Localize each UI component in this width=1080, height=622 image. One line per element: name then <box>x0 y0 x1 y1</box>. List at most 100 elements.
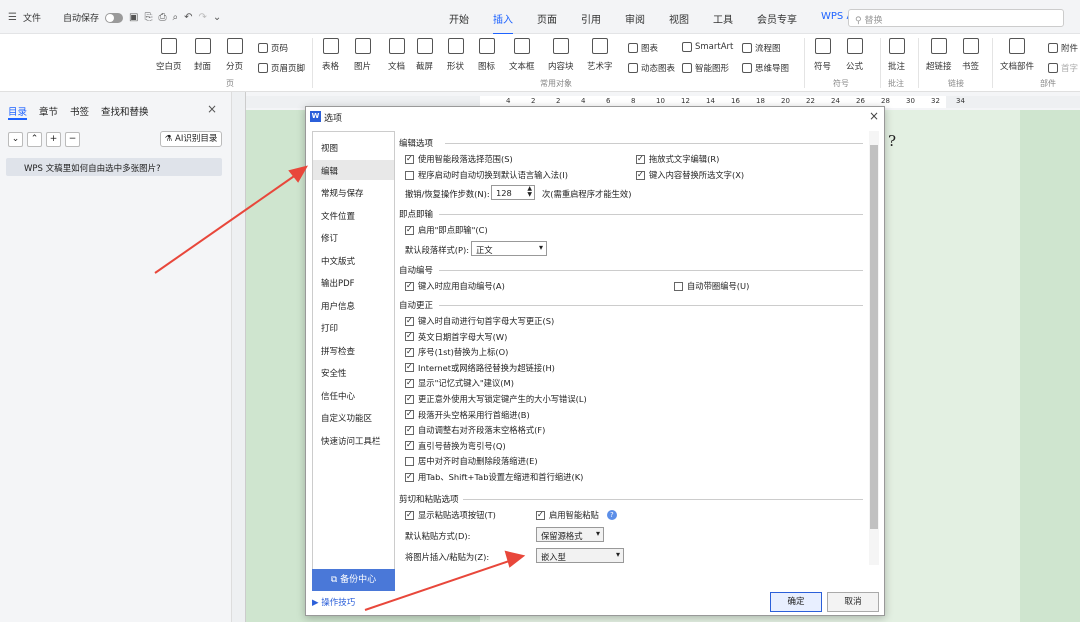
minus-icon[interactable]: − <box>65 132 80 147</box>
page-break-button[interactable]: 分页 <box>226 38 243 72</box>
close-icon[interactable]: × <box>869 109 879 123</box>
options-category-1[interactable]: 编辑 <box>313 159 394 180</box>
checkbox-autocorrect-8[interactable]: 直引号替换为弯引号(Q) <box>405 440 506 452</box>
checkbox[interactable] <box>405 347 414 357</box>
picture-button[interactable]: 图片 <box>354 38 371 72</box>
checkbox[interactable] <box>405 409 414 420</box>
scrollbar-thumb[interactable] <box>870 145 878 529</box>
blank-page-button[interactable]: 空白页 <box>156 38 182 72</box>
options-category-7[interactable]: 用户信息 <box>313 295 394 315</box>
doc-parts-button[interactable]: 文档部件 <box>1000 38 1034 72</box>
checkbox-click-and-type[interactable]: 启用"即点即输"(C) <box>405 224 488 236</box>
help-icon[interactable]: ? <box>606 510 617 520</box>
options-category-2[interactable]: 常规与保存 <box>313 182 394 202</box>
tab-1[interactable]: 插入 <box>481 11 525 35</box>
checkbox-typing-replace[interactable]: 键入内容替换所选文字(X) <box>636 169 744 181</box>
checkbox[interactable] <box>405 456 414 466</box>
save-icon[interactable]: ▣ <box>129 12 138 23</box>
spinner-arrows-icon[interactable]: ▲ ▼ <box>527 186 532 198</box>
ok-button[interactable]: 确定 <box>770 592 822 612</box>
file-menu[interactable]: 文件 <box>23 11 41 24</box>
tips-link[interactable]: ▶ 操作技巧 <box>312 596 355 608</box>
scrollbar[interactable] <box>869 131 879 565</box>
chart-button[interactable]: 图表 <box>628 42 658 54</box>
chevron-down-icon[interactable]: ⌄ <box>213 12 221 23</box>
undo-steps-input[interactable]: 128 ▲ ▼ <box>491 185 535 200</box>
shape-button[interactable]: 形状 <box>447 38 464 72</box>
tab-bookmarks[interactable]: 书签 <box>70 104 89 120</box>
chevron-down-icon[interactable]: ⌄ <box>8 132 23 147</box>
tab-find-replace[interactable]: 查找和替换 <box>101 104 149 120</box>
comment-button[interactable]: 批注 <box>888 38 905 72</box>
redo-icon[interactable]: ↷ <box>198 12 206 23</box>
default-style-select[interactable]: 正文 <box>471 241 547 256</box>
options-category-13[interactable]: 快速访问工具栏 <box>313 430 394 450</box>
options-category-5[interactable]: 中文版式 <box>313 250 394 270</box>
preview-icon[interactable]: ⌕ <box>172 12 178 23</box>
checkbox[interactable] <box>636 154 645 164</box>
checkbox[interactable] <box>405 331 414 342</box>
drop-cap-button[interactable]: 首字 <box>1048 62 1078 74</box>
plus-icon[interactable]: + <box>46 132 61 147</box>
cover-button[interactable]: 封面 <box>194 38 211 72</box>
ai-toc-button[interactable]: ⚗ AI识别目录 <box>160 131 222 147</box>
checkbox-auto-ime[interactable]: 程序启动时自动切换到默认语言输入法(I) <box>405 169 568 181</box>
dynamic-chart-button[interactable]: 动态图表 <box>628 62 675 74</box>
checkbox[interactable] <box>636 170 645 180</box>
icon-button[interactable]: 图标 <box>478 38 495 72</box>
checkbox-autocorrect-0[interactable]: 键入时自动进行句首字母大写更正(S) <box>405 315 554 327</box>
autosave-toggle[interactable] <box>105 12 123 23</box>
checkbox[interactable] <box>405 440 414 451</box>
checkbox-smart-paste[interactable]: 启用智能粘贴? <box>536 509 617 521</box>
checkbox[interactable] <box>536 510 545 520</box>
checkbox-smart-paragraph[interactable]: 使用智能段落选择范围(S) <box>405 153 513 165</box>
checkbox-autocorrect-7[interactable]: 自动调整右对齐段落末空格格式(F) <box>405 424 545 436</box>
checkbox-autocorrect-10[interactable]: 用Tab、Shift+Tab设置左缩进和首行缩进(K) <box>405 471 583 483</box>
checkbox[interactable] <box>405 316 414 326</box>
hamburger-icon[interactable]: ☰ <box>8 12 17 23</box>
checkbox[interactable] <box>405 362 414 373</box>
checkbox-autocorrect-4[interactable]: 显示"记忆式键入"建议(M) <box>405 377 514 389</box>
tab-toc[interactable]: 目录 <box>8 104 28 120</box>
checkbox-autocorrect-9[interactable]: 居中对齐时自动删除段落缩进(E) <box>405 455 538 467</box>
options-category-6[interactable]: 输出PDF <box>313 272 394 292</box>
checkbox-autocorrect-5[interactable]: 更正意外使用大写锁定键产生的大小写错误(L) <box>405 393 587 405</box>
options-category-12[interactable]: 自定义功能区 <box>313 407 394 427</box>
checkbox-autocorrect-2[interactable]: 序号(1st)替换为上标(O) <box>405 346 508 358</box>
textbox-button[interactable]: 文本框 <box>509 38 535 72</box>
checkbox[interactable] <box>405 472 414 482</box>
checkbox-circled-numbering[interactable]: 自动带圈编号(U) <box>674 280 749 292</box>
checkbox[interactable] <box>405 154 414 164</box>
document-button[interactable]: 文档 <box>388 38 405 72</box>
tab-6[interactable]: 工具 <box>701 11 745 31</box>
options-category-3[interactable]: 文件位置 <box>313 205 394 225</box>
options-category-9[interactable]: 拼写检查 <box>313 340 394 360</box>
image-paste-select[interactable]: 嵌入型 <box>536 548 624 563</box>
header-footer-button[interactable]: 页眉页脚 <box>258 62 305 74</box>
checkbox-autocorrect-1[interactable]: 英文日期首字母大写(W) <box>405 331 507 343</box>
symbol-button[interactable]: 符号 <box>814 38 831 72</box>
options-category-11[interactable]: 信任中心 <box>313 385 394 405</box>
checkbox[interactable] <box>405 394 414 404</box>
options-category-10[interactable]: 安全性 <box>313 362 394 382</box>
checkbox-drag-drop[interactable]: 拖放式文字编辑(R) <box>636 153 719 165</box>
attachment-button[interactable]: 附件 <box>1048 42 1078 54</box>
checkbox[interactable] <box>405 170 414 180</box>
checkbox[interactable] <box>405 378 414 388</box>
mindmap-button[interactable]: 思维导图 <box>742 62 789 74</box>
checkbox[interactable] <box>674 281 683 291</box>
tab-sections[interactable]: 章节 <box>39 104 58 120</box>
options-category-0[interactable]: 视图 <box>313 137 394 157</box>
checkbox[interactable] <box>405 425 414 435</box>
hyperlink-button[interactable]: 超链接 <box>926 38 952 72</box>
close-icon[interactable]: × <box>207 102 217 116</box>
smart-shape-button[interactable]: 智能图形 <box>682 62 729 74</box>
tab-2[interactable]: 页面 <box>525 11 569 31</box>
default-paste-select[interactable]: 保留源格式 <box>536 527 604 542</box>
cancel-button[interactable]: 取消 <box>827 592 879 612</box>
checkbox-auto-numbering[interactable]: 键入时应用自动编号(A) <box>405 280 505 292</box>
checkbox-autocorrect-3[interactable]: Internet或网络路径替换为超链接(H) <box>405 362 555 374</box>
content-block-button[interactable]: 内容块 <box>548 38 574 72</box>
smartart-button[interactable]: SmartArt <box>682 42 733 52</box>
checkbox[interactable] <box>405 510 414 520</box>
